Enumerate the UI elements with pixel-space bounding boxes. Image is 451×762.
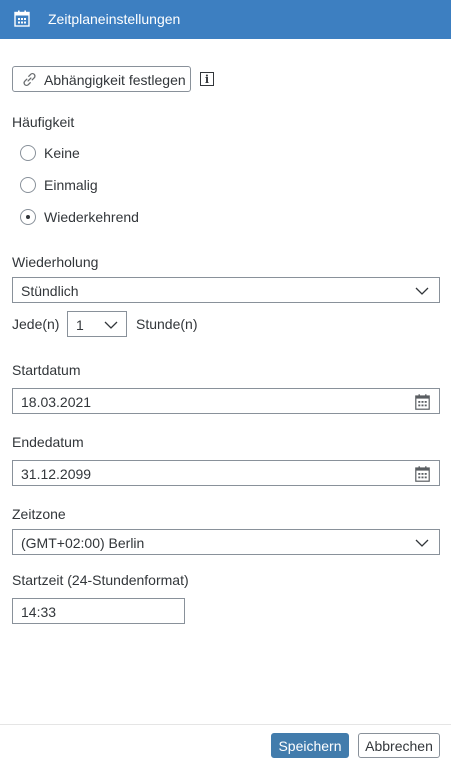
radio-recurring-label: Wiederkehrend (44, 209, 139, 225)
every-count-value: 1 (76, 317, 84, 333)
chevron-down-icon (104, 321, 118, 329)
footer-divider (0, 724, 451, 725)
radio-none-circle[interactable] (20, 145, 36, 161)
frequency-label: Häufigkeit (12, 114, 75, 130)
info-icon[interactable]: i (200, 72, 214, 86)
repetition-label: Wiederholung (12, 254, 99, 270)
chevron-down-icon (415, 287, 429, 295)
cancel-button[interactable]: Abbrechen (358, 733, 440, 758)
calendar-icon[interactable] (415, 466, 430, 482)
save-button[interactable]: Speichern (271, 733, 349, 758)
repetition-select[interactable]: Stündlich (12, 277, 440, 303)
start-date-value: 18.03.2021 (21, 394, 92, 410)
start-time-value: 14:33 (21, 604, 57, 620)
dialog-header: Zeitplaneinstellungen (0, 0, 451, 39)
radio-recurring-circle[interactable] (20, 209, 36, 225)
radio-once[interactable]: Einmalig (20, 176, 98, 194)
end-date-label: Endedatum (12, 434, 84, 450)
start-time-label: Startzeit (24-Stundenformat) (12, 572, 189, 588)
radio-none-label: Keine (44, 145, 80, 161)
set-dependency-button[interactable]: Abhängigkeit festlegen (12, 66, 191, 92)
timezone-select[interactable]: (GMT+02:00) Berlin (12, 529, 440, 555)
every-suffix-label: Stunde(n) (136, 316, 198, 332)
end-date-value: 31.12.2099 (21, 466, 92, 482)
end-date-field[interactable]: 31.12.2099 (12, 460, 440, 486)
start-date-field[interactable]: 18.03.2021 (12, 388, 440, 414)
timezone-value: (GMT+02:00) Berlin (21, 535, 145, 551)
timezone-label: Zeitzone (12, 506, 66, 522)
set-dependency-label: Abhängigkeit festlegen (44, 72, 186, 88)
every-count-select[interactable]: 1 (67, 311, 127, 337)
link-icon (23, 73, 36, 86)
every-prefix-label: Jede(n) (12, 316, 60, 332)
radio-once-label: Einmalig (44, 177, 98, 193)
radio-none[interactable]: Keine (20, 144, 80, 162)
start-time-field[interactable]: 14:33 (12, 598, 185, 624)
calendar-icon[interactable] (415, 394, 430, 410)
calendar-icon (14, 10, 30, 27)
radio-once-circle[interactable] (20, 177, 36, 193)
repetition-value: Stündlich (21, 283, 79, 299)
radio-recurring[interactable]: Wiederkehrend (20, 208, 139, 226)
dialog-title: Zeitplaneinstellungen (48, 11, 181, 27)
chevron-down-icon (415, 539, 429, 547)
start-date-label: Startdatum (12, 362, 81, 378)
